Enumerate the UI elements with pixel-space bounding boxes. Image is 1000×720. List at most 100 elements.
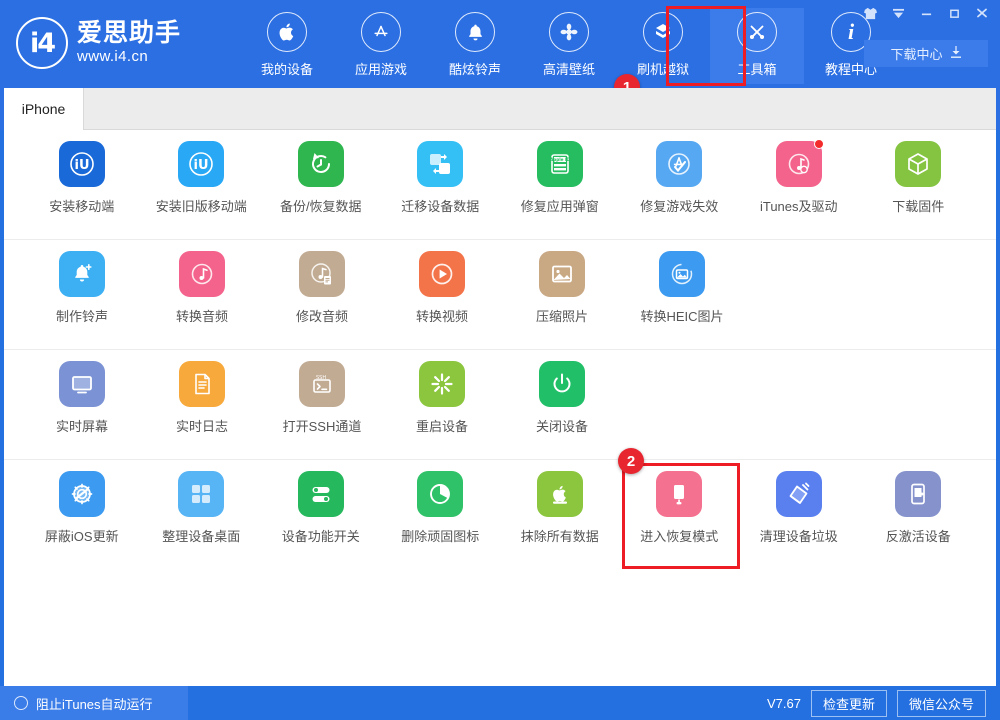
nav-item-apps-games[interactable]: 应用游戏 [334, 8, 428, 84]
tool-make-ringtone[interactable]: 制作铃声 [22, 247, 142, 343]
status-bar: 阻止iTunes自动运行 V7.67 检查更新 微信公众号 [0, 686, 1000, 720]
tool-label: 屏蔽iOS更新 [44, 529, 119, 544]
tool-itunes-driver[interactable]: iTunes及驱动 [739, 137, 859, 233]
maximize-icon[interactable] [940, 2, 968, 24]
brand-logo[interactable]: i4 爱思助手 www.i4.cn [16, 17, 181, 69]
ssh-tunnel-icon: SSH [299, 360, 345, 407]
tool-label: 关闭设备 [535, 418, 588, 434]
tab-strip: iPhone [0, 88, 1000, 130]
brand-name: 爱思助手 [77, 19, 182, 48]
nav-label: 我的设备 [260, 62, 313, 77]
tool-label: 整理设备桌面 [162, 529, 241, 544]
notification-dot [813, 138, 824, 149]
tool-live-log[interactable]: 实时日志 [142, 357, 262, 453]
close-icon[interactable] [968, 2, 996, 24]
nav-item-ringtones[interactable]: 酷炫铃声 [428, 8, 522, 84]
download-icon [950, 45, 962, 62]
nav-item-toolbox[interactable]: 工具箱 [710, 8, 804, 84]
svg-text:iU: iU [194, 158, 209, 173]
nav-item-flash-jailbreak[interactable]: 刷机越狱 [616, 8, 710, 84]
toolbox-row-3: 实时屏幕 实时日志 SSH 打开SSH通道 重启设备 关闭设备 [4, 350, 996, 460]
tab-label: iPhone [21, 101, 66, 117]
tool-deactivate-device[interactable]: 反激活设备 [859, 467, 979, 563]
nav-item-wallpapers[interactable]: 高清壁纸 [522, 8, 616, 84]
tool-convert-heic[interactable]: 转换HEIC图片 [622, 247, 742, 343]
window-controls [856, 2, 996, 24]
clean-junk-icon [775, 471, 822, 517]
tools-icon [737, 12, 777, 52]
skin-icon[interactable] [856, 2, 884, 24]
tool-label: 备份/恢复数据 [279, 198, 362, 214]
block-ios-update-icon [58, 471, 105, 517]
shutdown-device-icon [539, 360, 585, 407]
tool-compress-photo[interactable]: 压缩照片 [502, 247, 622, 343]
tool-fix-app-popup[interactable]: Apple ID 修复应用弹窗 [500, 137, 620, 233]
tool-install-mobile[interactable]: iU 安装移动端 [22, 137, 142, 233]
tool-label: 删除顽固图标 [401, 529, 480, 544]
nav-label: 高清壁纸 [542, 62, 595, 77]
tool-label: iTunes及驱动 [759, 198, 838, 214]
annotation-badge-2: 2 [618, 448, 644, 474]
tool-label: 制作铃声 [55, 308, 108, 324]
toolbox-content: iU 安装移动端 iU 安装旧版移动端 备份/恢复数据 迁移设备数据 Apple… [4, 130, 996, 686]
tool-label: 转换HEIC图片 [640, 308, 724, 324]
tool-shutdown-device[interactable]: 关闭设备 [502, 357, 622, 453]
organize-desktop-icon [178, 471, 225, 517]
toolbox-row-2: 制作铃声 转换音频 修改音频 转换视频 压缩照片 转换HEIC图片 [4, 240, 996, 350]
tool-erase-all-data[interactable]: 抹除所有数据 [500, 467, 620, 563]
tool-backup-restore[interactable]: 备份/恢复数据 [261, 137, 381, 233]
tool-label: 打开SSH通道 [282, 418, 362, 434]
recovery-mode-icon [656, 471, 703, 517]
main-nav: 我的设备 应用游戏 酷炫铃声 高清壁纸 刷机越狱 工具箱 i 教程中心 [240, 8, 898, 84]
live-screen-icon [59, 360, 105, 407]
tool-label: 抹除所有数据 [520, 529, 599, 544]
minimize-icon[interactable] [912, 2, 940, 24]
tool-clean-junk[interactable]: 清理设备垃圾 [739, 467, 859, 563]
tool-migrate-data[interactable]: 迁移设备数据 [381, 137, 501, 233]
block-itunes-label: 阻止iTunes自动运行 [36, 696, 153, 712]
tool-download-firmware[interactable]: 下载固件 [859, 137, 979, 233]
nav-label: 应用游戏 [354, 62, 407, 77]
tool-label: 实时日志 [175, 418, 228, 434]
tool-label: 安装移动端 [49, 198, 115, 214]
tool-reboot-device[interactable]: 重启设备 [382, 357, 502, 453]
tool-organize-desktop[interactable]: 整理设备桌面 [142, 467, 262, 563]
tool-convert-audio[interactable]: 转换音频 [142, 247, 262, 343]
flower-icon [549, 12, 589, 52]
nav-item-my-device[interactable]: 我的设备 [240, 8, 334, 84]
nav-label: 工具箱 [737, 62, 777, 77]
tool-edit-audio[interactable]: 修改音频 [262, 247, 382, 343]
tool-convert-video[interactable]: 转换视频 [382, 247, 502, 343]
tool-recovery-mode[interactable]: 进入恢复模式 [620, 467, 740, 563]
live-log-icon [179, 360, 225, 407]
compress-photo-icon [539, 250, 585, 297]
block-itunes-toggle[interactable]: 阻止iTunes自动运行 [0, 686, 188, 720]
tool-label: 进入恢复模式 [640, 529, 719, 544]
migrate-data-icon [417, 140, 464, 187]
apple-icon [267, 12, 307, 52]
check-update-button[interactable]: 检查更新 [810, 689, 887, 717]
tool-live-screen[interactable]: 实时屏幕 [22, 357, 142, 453]
tool-label: 重启设备 [415, 418, 468, 434]
erase-all-data-icon [536, 471, 583, 517]
tool-fix-game[interactable]: 修复游戏失效 [620, 137, 740, 233]
remove-stubborn-icon [417, 471, 464, 517]
nav-label: 酷炫铃声 [448, 62, 501, 77]
wechat-button[interactable]: 微信公众号 [896, 689, 986, 717]
tool-block-ios-update[interactable]: 屏蔽iOS更新 [22, 467, 142, 563]
tool-label: 实时屏幕 [55, 418, 108, 434]
fix-appleid-popup-icon: Apple ID [536, 140, 583, 187]
app-header: i4 爱思助手 www.i4.cn 我的设备 应用游戏 酷炫铃声 高清壁纸 刷机… [0, 0, 1000, 88]
box-icon [643, 12, 683, 52]
version-label: V7.67 [766, 695, 801, 711]
convert-video-icon [419, 250, 465, 297]
download-center-button[interactable]: 下载中心 [864, 40, 988, 67]
tool-feature-toggle[interactable]: 设备功能开关 [261, 467, 381, 563]
tool-install-mobile-old[interactable]: iU 安装旧版移动端 [142, 137, 262, 233]
tool-label: 迁移设备数据 [401, 198, 480, 214]
reboot-device-icon [419, 360, 465, 407]
tool-ssh-tunnel[interactable]: SSH 打开SSH通道 [262, 357, 382, 453]
tab-iphone[interactable]: iPhone [4, 88, 84, 130]
tool-remove-stubborn-icon[interactable]: 删除顽固图标 [381, 467, 501, 563]
menu-arrow-icon[interactable] [884, 2, 912, 24]
